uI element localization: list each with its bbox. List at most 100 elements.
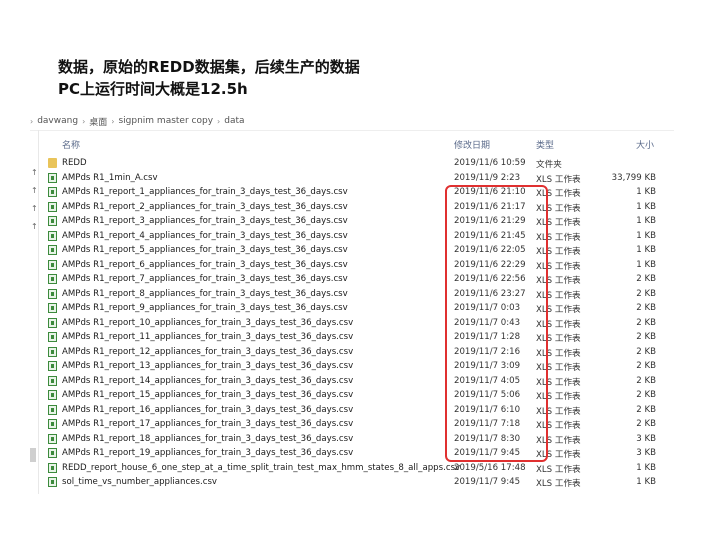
file-name: sol_time_vs_number_appliances.csv: [62, 477, 218, 487]
file-name: AMPds R1_report_3_appliances_for_train_3…: [62, 216, 348, 226]
csv-file-icon: [48, 375, 57, 386]
file-row[interactable]: AMPds R1_report_9_appliances_for_train_3…: [46, 301, 674, 316]
file-date: 2019/5/16 17:48: [454, 462, 526, 473]
file-name: AMPds R1_report_19_appliances_for_train_…: [62, 448, 354, 458]
csv-file-icon: [48, 361, 57, 371]
column-modified-date[interactable]: 修改日期: [454, 138, 490, 151]
file-row[interactable]: AMPds R1_report_4_appliances_for_train_3…: [46, 229, 674, 244]
csv-file-icon: [48, 216, 57, 226]
file-name: AMPds R1_report_13_appliances_for_train_…: [62, 361, 354, 371]
chevron-right-icon: ›: [111, 116, 115, 126]
file-size: 1 KB: [636, 462, 656, 473]
file-row[interactable]: sol_time_vs_number_appliances.csv 2019/11…: [46, 475, 674, 490]
file-row[interactable]: AMPds R1_report_7_appliances_for_train_3…: [46, 272, 674, 287]
file-row[interactable]: AMPds R1_report_15_appliances_for_train_…: [46, 388, 674, 403]
csv-file-icon: [48, 477, 57, 487]
file-size: 2 KB: [636, 404, 656, 415]
file-size: 1 KB: [636, 477, 656, 487]
file-size: 2 KB: [636, 419, 656, 429]
file-row[interactable]: AMPds R1_report_12_appliances_for_train_…: [46, 345, 674, 360]
file-type: 文件夹: [536, 160, 562, 170]
file-name: AMPds R1_report_9_appliances_for_train_3…: [62, 303, 348, 313]
file-row[interactable]: AMPds R1_report_13_appliances_for_train_…: [46, 359, 674, 374]
csv-file-icon: [48, 230, 57, 241]
file-name: AMPds R1_report_12_appliances_for_train_…: [62, 346, 354, 357]
column-name[interactable]: 名称: [62, 138, 80, 151]
file-row[interactable]: AMPds R1_report_2_appliances_for_train_3…: [46, 200, 674, 215]
breadcrumb-item[interactable]: 桌面: [89, 115, 107, 128]
csv-file-icon: [48, 187, 57, 197]
file-name: AMPds R1_report_2_appliances_for_train_3…: [62, 201, 348, 212]
file-name: AMPds R1_report_15_appliances_for_train_…: [62, 390, 354, 400]
file-size: 1 KB: [636, 259, 656, 270]
file-name: AMPds R1_report_18_appliances_for_train_…: [62, 433, 354, 444]
csv-file-icon: [48, 433, 57, 444]
file-name: REDD: [62, 158, 87, 168]
chevron-right-icon: ›: [217, 116, 221, 126]
csv-file-icon: [48, 201, 57, 212]
file-row[interactable]: AMPds R1_report_18_appliances_for_train_…: [46, 432, 674, 447]
file-size: 2 KB: [636, 303, 656, 313]
file-size: 3 KB: [636, 448, 656, 458]
file-type: XLS 工作表: [536, 174, 581, 185]
file-size: 1 KB: [636, 187, 656, 197]
pin-icon: ↑: [31, 186, 38, 195]
csv-file-icon: [48, 332, 57, 342]
column-size[interactable]: 大小: [636, 138, 654, 151]
file-row[interactable]: REDD_report_house_6_one_step_at_a_time_s…: [46, 461, 674, 476]
file-row[interactable]: AMPds R1_report_16_appliances_for_train_…: [46, 403, 674, 418]
pin-icon: ↑: [31, 204, 38, 213]
breadcrumb-item[interactable]: davwang: [37, 116, 78, 126]
file-name: AMPds R1_report_5_appliances_for_train_3…: [62, 245, 348, 255]
file-row[interactable]: AMPds R1_report_6_appliances_for_train_3…: [46, 258, 674, 273]
csv-file-icon: [48, 245, 57, 255]
breadcrumb-item[interactable]: sigpnim master copy: [118, 116, 213, 126]
file-row[interactable]: AMPds R1_report_1_appliances_for_train_3…: [46, 185, 674, 200]
address-bar[interactable]: › davwang › 桌面 › sigpnim master copy › d…: [30, 112, 674, 131]
file-size: 1 KB: [636, 201, 656, 212]
file-name: AMPds R1_report_4_appliances_for_train_3…: [62, 230, 348, 241]
file-name: AMPds R1_report_16_appliances_for_train_…: [62, 404, 354, 415]
csv-file-icon: [48, 462, 57, 473]
navigation-pane-edge: ↑ ↑ ↑ ↑: [30, 130, 39, 494]
csv-file-icon: [48, 317, 57, 328]
file-name: AMPds R1_report_6_appliances_for_train_3…: [62, 259, 348, 270]
file-size: 3 KB: [636, 433, 656, 444]
file-row[interactable]: AMPds R1_report_5_appliances_for_train_3…: [46, 243, 674, 258]
file-row[interactable]: AMPds R1_report_8_appliances_for_train_3…: [46, 287, 674, 302]
file-name: AMPds R1_report_17_appliances_for_train_…: [62, 419, 354, 429]
file-date: 2019/11/6 10:59: [454, 158, 526, 168]
file-name: AMPds R1_report_11_appliances_for_train_…: [62, 332, 354, 342]
file-size: 2 KB: [636, 346, 656, 357]
csv-file-icon: [48, 419, 57, 429]
csv-file-icon: [48, 448, 57, 458]
file-row[interactable]: AMPds R1_report_17_appliances_for_train_…: [46, 417, 674, 432]
file-date: 2019/11/9 2:23: [454, 172, 521, 183]
file-row[interactable]: AMPds R1_report_3_appliances_for_train_3…: [46, 214, 674, 229]
file-size: 2 KB: [636, 361, 656, 371]
csv-file-icon: [48, 390, 57, 400]
file-name: AMPds R1_report_10_appliances_for_train_…: [62, 317, 354, 328]
caption: 数据，原始的REDD数据集，后续生产的数据 PC上运行时间大概是12.5h: [58, 56, 360, 100]
chevron-right-icon: ›: [82, 116, 86, 126]
highlight-box: [445, 185, 548, 462]
file-row[interactable]: REDD 2019/11/6 10:59 文件夹: [46, 156, 674, 171]
file-size: 2 KB: [636, 274, 656, 284]
file-name: AMPds R1_report_7_appliances_for_train_3…: [62, 274, 348, 284]
file-row[interactable]: AMPds R1_report_14_appliances_for_train_…: [46, 374, 674, 389]
pin-icon: ↑: [31, 168, 38, 177]
file-row[interactable]: AMPds R1_1min_A.csv 2019/11/9 2:23 XLS 工作表…: [46, 171, 674, 186]
csv-file-icon: [48, 288, 57, 299]
file-name: AMPds R1_report_14_appliances_for_train_…: [62, 375, 354, 386]
file-row[interactable]: AMPds R1_report_10_appliances_for_train_…: [46, 316, 674, 331]
column-type[interactable]: 类型: [536, 138, 554, 151]
caption-line-1: 数据，原始的REDD数据集，后续生产的数据: [58, 58, 360, 76]
file-type: XLS 工作表: [536, 479, 581, 489]
csv-file-icon: [48, 404, 57, 415]
file-size: 2 KB: [636, 390, 656, 400]
scrollbar-thumb[interactable]: [30, 448, 36, 462]
file-row[interactable]: AMPds R1_report_19_appliances_for_train_…: [46, 446, 674, 461]
breadcrumb-item[interactable]: data: [224, 116, 244, 126]
file-row[interactable]: AMPds R1_report_11_appliances_for_train_…: [46, 330, 674, 345]
file-size: 1 KB: [636, 230, 656, 241]
